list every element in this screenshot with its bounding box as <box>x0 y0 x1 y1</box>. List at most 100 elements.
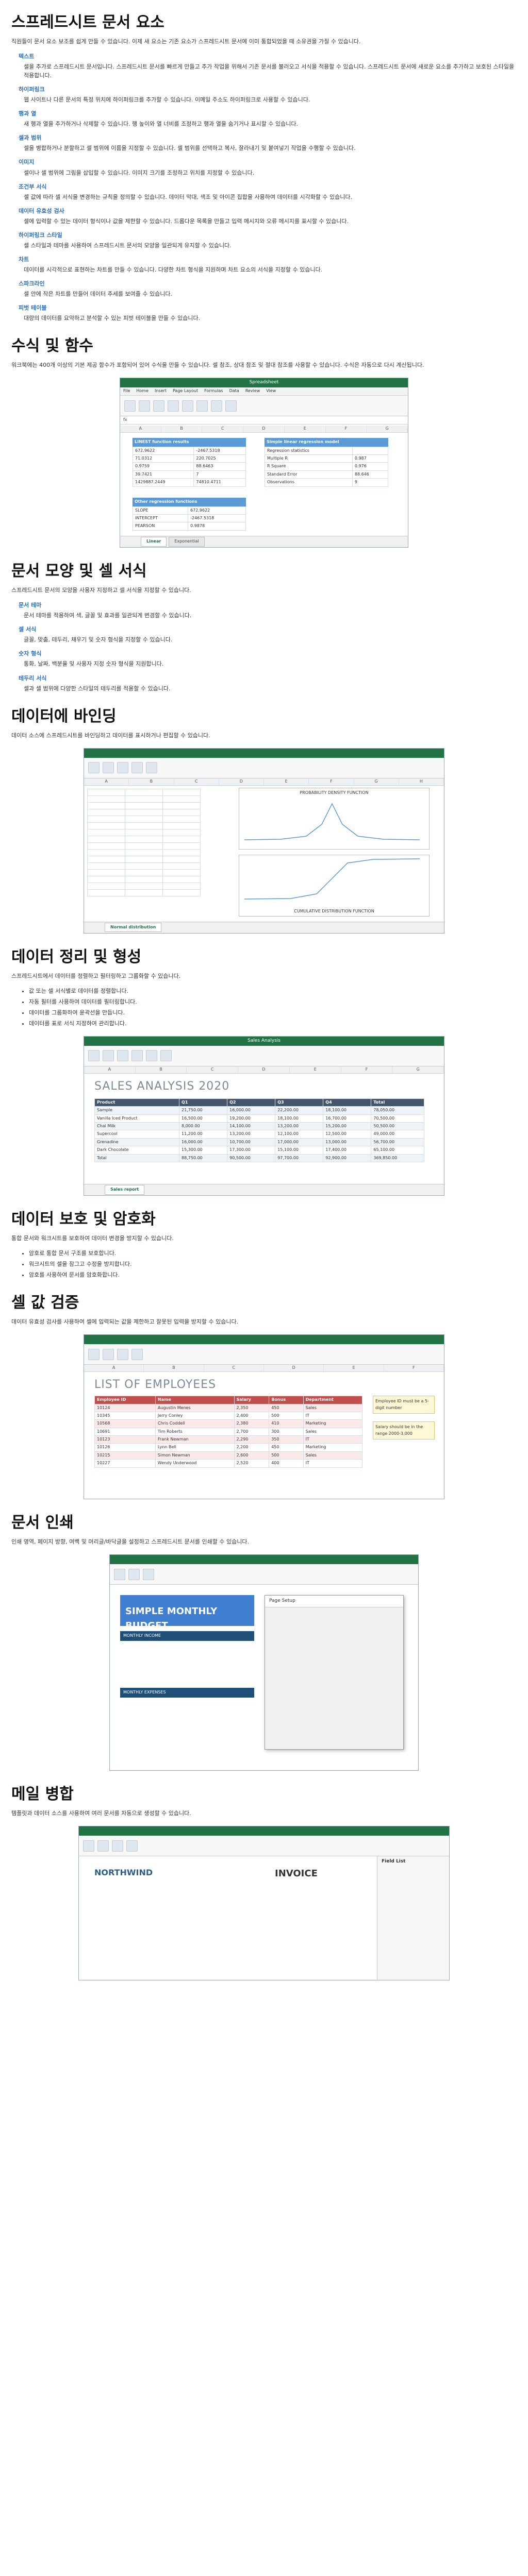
table-cell[interactable]: 450 <box>269 1443 304 1452</box>
table-cell[interactable]: 2,200 <box>234 1443 270 1452</box>
table-cell[interactable]: 10123 <box>94 1435 156 1444</box>
column-header[interactable]: Q4 <box>323 1098 372 1107</box>
column-header[interactable]: Salary <box>234 1396 270 1404</box>
table-cell[interactable]: 39.7421 <box>132 470 194 479</box>
table-cell[interactable]: 97,700.00 <box>275 1154 324 1163</box>
table-cell[interactable]: 0.976 <box>352 462 389 471</box>
table-cell[interactable]: 17,300.00 <box>227 1146 276 1155</box>
sheet-tab[interactable]: Normal distribution <box>105 922 162 933</box>
table-cell[interactable] <box>87 855 125 863</box>
table-cell[interactable]: Chris Coddell <box>155 1419 235 1428</box>
table-cell[interactable]: 410 <box>269 1419 304 1428</box>
table-cell[interactable] <box>162 849 201 856</box>
table-cell[interactable]: 500 <box>269 1451 304 1460</box>
table-cell[interactable]: 10124 <box>94 1403 156 1412</box>
table-cell[interactable]: 13,000.00 <box>323 1138 372 1147</box>
table-cell[interactable]: 2,600 <box>234 1451 270 1460</box>
sheet-tab[interactable]: Linear <box>141 537 167 547</box>
table-cell[interactable]: 10568 <box>94 1419 156 1428</box>
table-cell[interactable] <box>352 446 389 455</box>
table-cell[interactable]: Marketing <box>303 1419 363 1428</box>
table-cell[interactable]: 7 <box>193 470 246 479</box>
table-cell[interactable]: 10,700.00 <box>227 1138 276 1147</box>
table-cell[interactable]: Vanilla Iced Product <box>94 1114 180 1123</box>
table-cell[interactable] <box>87 882 125 890</box>
table-cell[interactable]: 672.9622 <box>188 506 246 515</box>
table-cell[interactable]: IT <box>303 1435 363 1444</box>
table-cell[interactable]: 0.987 <box>352 454 389 463</box>
table-cell[interactable] <box>125 875 163 883</box>
column-header[interactable]: Product <box>94 1098 180 1107</box>
table-cell[interactable] <box>162 822 201 829</box>
table-cell[interactable]: 220.7025 <box>193 454 246 463</box>
table-cell[interactable]: 10345 <box>94 1411 156 1420</box>
table-cell[interactable] <box>162 802 201 809</box>
table-cell[interactable]: SLOPE <box>132 506 189 515</box>
table-cell[interactable]: 672.9622 <box>132 446 194 455</box>
table-cell[interactable]: 15,300.00 <box>179 1146 228 1155</box>
table-cell[interactable]: Grenadine <box>94 1138 180 1147</box>
table-cell[interactable]: 21,750.00 <box>179 1106 228 1115</box>
column-header[interactable]: Name <box>155 1396 235 1404</box>
table-cell[interactable]: 2,400 <box>234 1411 270 1420</box>
table-cell[interactable]: 22,200.00 <box>275 1106 324 1115</box>
table-cell[interactable]: INTERCEPT <box>132 514 189 523</box>
menu-item[interactable]: Data <box>229 388 239 394</box>
table-cell[interactable] <box>162 869 201 876</box>
column-header[interactable]: Department <box>303 1396 363 1404</box>
table-cell[interactable]: Sales <box>303 1427 363 1436</box>
table-cell[interactable]: 49,000.00 <box>371 1130 424 1139</box>
table-cell[interactable]: Dark Chocolate <box>94 1146 180 1155</box>
table-cell[interactable] <box>125 788 163 796</box>
table-cell[interactable]: 50,500.00 <box>371 1122 424 1131</box>
column-header[interactable]: Q3 <box>275 1098 324 1107</box>
table-cell[interactable]: 9 <box>352 478 389 487</box>
table-cell[interactable] <box>87 889 125 896</box>
table-cell[interactable]: 2,350 <box>234 1403 270 1412</box>
table-cell[interactable]: 500 <box>269 1411 304 1420</box>
menu-item[interactable]: Page Layout <box>173 388 198 394</box>
table-cell[interactable]: 78,050.00 <box>371 1106 424 1115</box>
table-cell[interactable]: -2467.5318 <box>193 446 246 455</box>
table-cell[interactable]: 15,100.00 <box>275 1146 324 1155</box>
table-cell[interactable]: PEARSON <box>132 522 189 531</box>
table-cell[interactable]: 88,750.00 <box>179 1154 228 1163</box>
table-cell[interactable] <box>162 828 201 836</box>
menu-item[interactable]: Review <box>245 388 260 394</box>
table-cell[interactable] <box>125 822 163 829</box>
table-cell[interactable] <box>162 815 201 823</box>
table-cell[interactable] <box>87 808 125 816</box>
table-cell[interactable]: 0.9878 <box>188 522 246 531</box>
sheet-tab[interactable]: Exponential <box>169 537 205 547</box>
menu-item[interactable]: Insert <box>155 388 167 394</box>
table-cell[interactable] <box>125 795 163 803</box>
column-header[interactable]: Employee ID <box>94 1396 156 1404</box>
table-cell[interactable] <box>125 835 163 843</box>
table-cell[interactable] <box>125 862 163 870</box>
table-cell[interactable] <box>125 842 163 850</box>
table-cell[interactable]: 12,100.00 <box>275 1130 324 1139</box>
table-cell[interactable]: 65,100.00 <box>371 1146 424 1155</box>
formula-bar[interactable]: fx <box>120 416 408 425</box>
table-cell[interactable]: 19,200.00 <box>227 1114 276 1123</box>
column-header[interactable]: Q1 <box>179 1098 228 1107</box>
table-cell[interactable] <box>125 849 163 856</box>
table-cell[interactable]: Multiple R <box>265 454 353 463</box>
table-cell[interactable] <box>125 828 163 836</box>
table-cell[interactable]: 16,000.00 <box>179 1138 228 1147</box>
table-cell[interactable] <box>162 788 201 796</box>
table-cell[interactable]: 10126 <box>94 1443 156 1452</box>
column-header[interactable]: Bonus <box>269 1396 304 1404</box>
table-cell[interactable] <box>125 869 163 876</box>
table-cell[interactable] <box>125 802 163 809</box>
table-cell[interactable]: Wendy Underwood <box>155 1459 235 1468</box>
page-setup-dialog[interactable]: Page Setup <box>265 1595 404 1750</box>
table-cell[interactable] <box>125 882 163 890</box>
table-cell[interactable]: 1429887.2449 <box>132 478 194 487</box>
table-cell[interactable]: 350 <box>269 1435 304 1444</box>
table-cell[interactable]: 71.0312 <box>132 454 194 463</box>
table-cell[interactable]: Standard Error <box>265 470 353 479</box>
table-cell[interactable]: Tim Roberts <box>155 1427 235 1436</box>
table-cell[interactable] <box>162 808 201 816</box>
table-cell[interactable] <box>162 855 201 863</box>
